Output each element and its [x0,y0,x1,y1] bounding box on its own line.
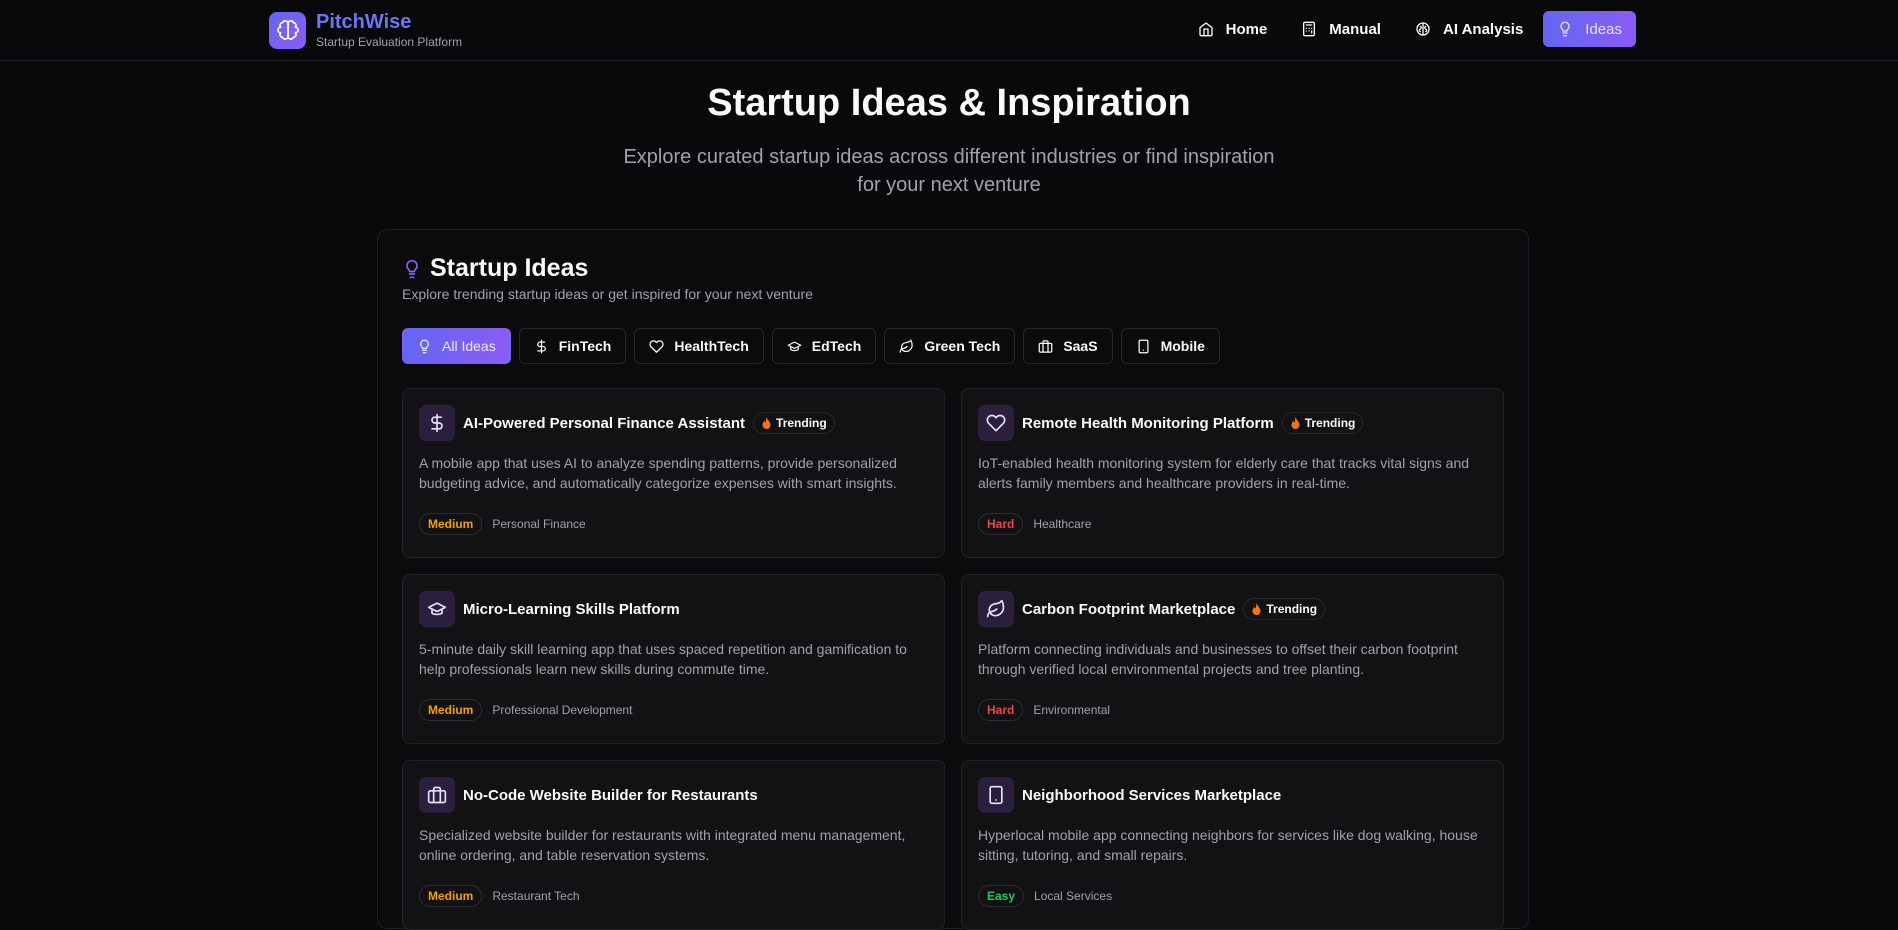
difficulty-badge: Medium [419,699,483,721]
filter-label: Mobile [1160,338,1205,354]
card-description: 5-minute daily skill learning app that u… [419,641,907,677]
page-title: Startup Ideas & Inspiration [707,82,1191,124]
trending-badge: Trending [1243,598,1326,620]
trending-label: Trending [1304,416,1356,430]
heart-icon [649,339,664,353]
card-title: Remote Health Monitoring Platform [1022,414,1274,432]
leaf-icon [899,339,914,353]
leaf-icon [978,591,1014,627]
flame-icon [1291,417,1300,429]
card-description: IoT-enabled health monitoring system for… [978,455,1470,491]
card-title: AI-Powered Personal Finance Assistant [463,414,746,432]
heart-icon [978,405,1014,441]
filter-green-tech[interactable]: Green Tech [884,328,1016,364]
difficulty-badge: Easy [978,885,1025,907]
filter-label: EdTech [811,338,862,354]
trending-label: Trending [776,416,827,430]
card-title: Neighborhood Services Marketplace [1022,786,1282,804]
filter-fintech[interactable]: FinTech [518,328,627,364]
category-filters: All Ideas FinTech HealthTech EdTech Gree… [402,328,1220,364]
card-description: Specialized website builder for restaura… [419,827,906,863]
difficulty-badge: Hard [978,513,1024,535]
briefcase-icon [419,777,455,813]
top-navbar: PitchWise Startup Evaluation Platform Ho… [0,0,1898,61]
filter-label: FinTech [558,338,612,354]
idea-card[interactable]: Neighborhood Services Marketplace Hyperl… [961,760,1504,930]
nav-ai-analysis-label: AI Analysis [1442,20,1524,38]
card-title: Carbon Footprint Marketplace [1022,600,1236,618]
brand[interactable]: PitchWise Startup Evaluation Platform [269,11,462,49]
idea-card[interactable]: Remote Health Monitoring Platform Trendi… [961,388,1504,558]
category-label: Restaurant Tech [492,889,580,903]
brand-subtitle: Startup Evaluation Platform [316,35,463,49]
category-label: Environmental [1033,703,1111,717]
brain-logo-icon [269,11,306,49]
card-description: Platform connecting individuals and busi… [978,641,1458,677]
graduation-cap-icon [787,341,802,351]
graduation-cap-icon [419,591,455,627]
filter-label: HealthTech [674,338,749,354]
nav-home-label: Home [1225,20,1268,38]
filter-saas[interactable]: SaaS [1023,328,1113,364]
nav-ideas[interactable]: Ideas [1543,11,1636,47]
idea-card[interactable]: Micro-Learning Skills Platform 5-minute … [402,574,945,744]
nav-manual[interactable]: Manual [1287,11,1395,47]
smartphone-icon [1138,339,1149,353]
nav-home[interactable]: Home [1184,11,1282,47]
difficulty-badge: Hard [978,699,1024,721]
brand-name: PitchWise [316,11,412,33]
trending-label: Trending [1266,602,1318,616]
difficulty-badge: Medium [419,885,483,907]
lightbulb-icon [420,339,429,353]
category-label: Local Services [1034,889,1113,903]
panel-subtitle: Explore trending startup ideas or get in… [402,286,813,302]
category-label: Personal Finance [492,517,586,531]
trending-badge: Trending [1281,412,1364,434]
idea-card[interactable]: AI-Powered Personal Finance Assistant Tr… [402,388,945,558]
card-title: No-Code Website Builder for Restaurants [463,786,758,804]
category-label: Healthcare [1033,517,1092,531]
calculator-icon [1303,21,1316,37]
card-title: Micro-Learning Skills Platform [463,600,680,618]
nav-ideas-label: Ideas [1585,20,1622,38]
nav-ai-analysis[interactable]: AI Analysis [1401,11,1537,47]
card-description: A mobile app that uses AI to analyze spe… [419,455,897,491]
difficulty-badge: Medium [419,513,483,535]
idea-card[interactable]: No-Code Website Builder for Restaurants … [402,760,945,930]
lightbulb-icon [1560,21,1570,37]
category-label: Professional Development [492,703,633,717]
lightbulb-icon [406,259,418,278]
briefcase-icon [1038,339,1053,353]
flame-icon [1252,603,1261,615]
filter-all-ideas[interactable]: All Ideas [402,328,511,364]
main-nav: Home Manual AI Analysis Ideas [1184,11,1636,47]
brain-icon [1416,22,1430,36]
nav-manual-label: Manual [1329,20,1381,38]
dollar-icon [419,405,455,441]
filter-mobile[interactable]: Mobile [1120,328,1220,364]
filter-edtech[interactable]: EdTech [771,328,877,364]
idea-card[interactable]: Carbon Footprint Marketplace Trending Pl… [961,574,1504,744]
filter-label: All Ideas [442,338,496,354]
home-icon [1198,22,1213,37]
panel-title: Startup Ideas [430,254,589,282]
card-description: Hyperlocal mobile app connecting neighbo… [978,827,1478,863]
flame-icon [762,417,771,429]
dollar-icon [536,339,546,353]
page-subtitle: Explore curated startup ideas across dif… [623,146,1275,196]
smartphone-icon [978,777,1014,813]
filter-label: SaaS [1063,338,1098,354]
trending-badge: Trending [753,412,835,434]
filter-label: Green Tech [924,338,1001,354]
filter-healthtech[interactable]: HealthTech [634,328,764,364]
